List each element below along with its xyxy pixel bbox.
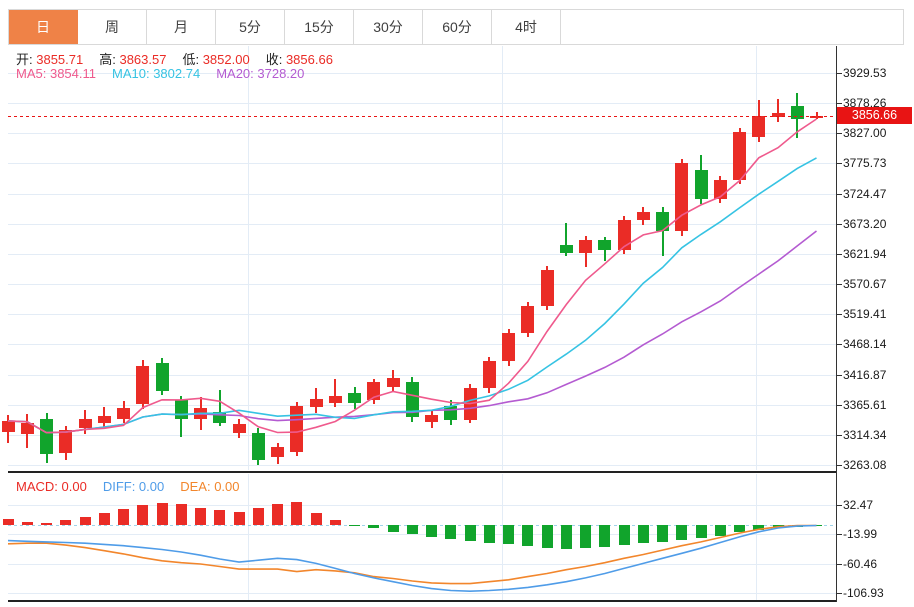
axis-tick [836, 103, 842, 104]
info-close: 收: 3856.66 [266, 52, 333, 67]
price-axis-label: 3775.73 [843, 156, 886, 170]
price-axis-label: 3929.53 [843, 66, 886, 80]
last-price-dotted-line [8, 116, 836, 117]
axis-tick [836, 593, 842, 594]
axis-tick [836, 465, 842, 466]
info-high: 高: 3863.57 [99, 52, 166, 67]
price-axis-label: 3468.14 [843, 337, 886, 351]
price-axis-label: 3263.08 [843, 458, 886, 472]
axis-tick [836, 505, 842, 506]
macd-info-row: MACD: 0.00 DIFF: 0.00 DEA: 0.00 [16, 479, 256, 494]
axis-tick [836, 254, 842, 255]
axis-tick [836, 375, 842, 376]
axis-tick [836, 163, 842, 164]
info-low: 低: 3852.00 [182, 52, 249, 67]
diff-value: DIFF: 0.00 [103, 479, 164, 494]
axis-tick [836, 534, 842, 535]
price-axis-label: 3570.67 [843, 277, 886, 291]
axis-labels: 3929.533878.263827.003775.733724.473673.… [0, 0, 914, 607]
ma5-value: MA5: 3854.11 [16, 66, 96, 81]
axis-tick [836, 344, 842, 345]
price-axis-label: 3724.47 [843, 187, 886, 201]
dea-value: DEA: 0.00 [180, 479, 239, 494]
kline-chart-app: 日周月5分15分30分60分4时 3929.533878.263827.0037… [0, 0, 914, 607]
axis-tick [836, 73, 842, 74]
price-axis-label: 3365.61 [843, 398, 886, 412]
macd-axis-label: -60.46 [843, 557, 877, 571]
last-price-tag: 3856.66 [837, 107, 912, 124]
axis-tick [836, 435, 842, 436]
price-axis-label: 3314.34 [843, 428, 886, 442]
price-axis-label: 3519.41 [843, 307, 886, 321]
price-axis-label: 3416.87 [843, 368, 886, 382]
macd-axis-label: 32.47 [843, 498, 873, 512]
price-axis-label: 3673.20 [843, 217, 886, 231]
ma10-value: MA10: 3802.74 [112, 66, 200, 81]
macd-axis-label: -106.93 [843, 586, 884, 600]
axis-tick [836, 564, 842, 565]
axis-tick [836, 284, 842, 285]
axis-tick [836, 133, 842, 134]
axis-tick [836, 314, 842, 315]
ma20-value: MA20: 3728.20 [216, 66, 304, 81]
ma-info-row: MA5: 3854.11 MA10: 3802.74 MA20: 3728.20 [16, 66, 320, 81]
macd-value: MACD: 0.00 [16, 479, 87, 494]
price-axis-label: 3827.00 [843, 126, 886, 140]
info-open: 开: 3855.71 [16, 52, 83, 67]
macd-axis-label: -13.99 [843, 527, 877, 541]
axis-tick [836, 405, 842, 406]
axis-tick [836, 194, 842, 195]
price-axis-label: 3621.94 [843, 247, 886, 261]
axis-tick [836, 224, 842, 225]
